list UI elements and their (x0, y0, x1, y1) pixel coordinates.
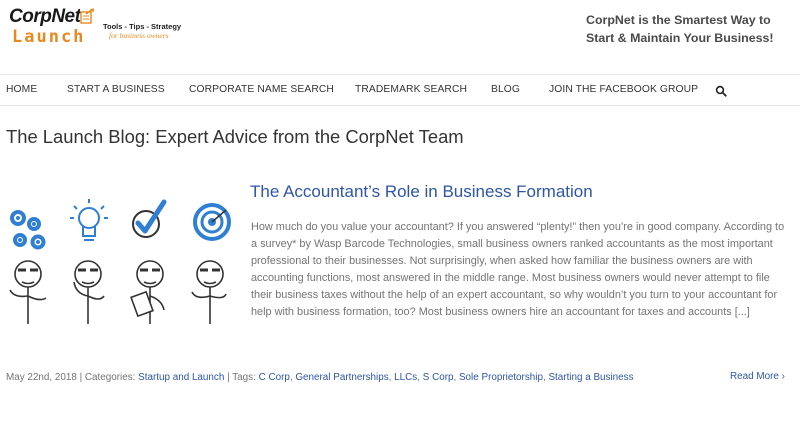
tag-link-c-corp[interactable]: C Corp (259, 372, 290, 383)
tag-link-starting-a-business[interactable]: Starting a Business (548, 372, 633, 383)
site-logo[interactable]: CorpNet Launch (9, 6, 99, 48)
header-slogan: CorpNet is the Smartest Way to Start & M… (586, 13, 774, 45)
search-icon[interactable] (715, 85, 727, 97)
post-featured-image[interactable] (4, 196, 240, 326)
tagline-main: Tools - Tips - Strategy (103, 22, 182, 31)
tags-label: Tags: (232, 372, 259, 383)
nav-item-start-a-business[interactable]: START A BUSINESS (67, 84, 165, 95)
categories-label: Categories: (84, 372, 139, 383)
post-meta: May 22nd, 2018 | Categories: Startup and… (6, 371, 646, 386)
nav-item-home[interactable]: HOME (6, 84, 37, 95)
tag-link-general-partnerships[interactable]: General Partnerships (295, 372, 388, 383)
nav-item-trademark-search[interactable]: TRADEMARK SEARCH (355, 84, 467, 95)
nav-item-corporate-name-search[interactable]: CORPORATE NAME SEARCH (189, 84, 334, 95)
lightbulb-icon (70, 199, 108, 241)
category-link-startup-and-launch[interactable]: Startup and Launch (138, 372, 224, 383)
tag-link-s-corp[interactable]: S Corp (423, 372, 454, 383)
post-date: May 22nd, 2018 (6, 372, 77, 383)
post-title-link[interactable]: The Accountant’s Role in Business Format… (250, 182, 593, 202)
page-title: The Launch Blog: Expert Advice from the … (6, 126, 464, 147)
main-navigation: HOME START A BUSINESS CORPORATE NAME SEA… (0, 74, 800, 106)
checkmark-icon (132, 199, 167, 238)
tag-link-llcs[interactable]: LLCs (394, 372, 417, 383)
site-header: CorpNet Launch Tools - Tips - Strategy f… (0, 0, 800, 74)
site-tagline: Tools - Tips - Strategy for business own… (103, 22, 213, 40)
logo-word-bottom: Launch (12, 27, 86, 47)
read-more-link[interactable]: Read More › (730, 371, 785, 382)
nav-item-join-facebook-group[interactable]: JOIN THE FACEBOOK GROUP (549, 84, 698, 95)
logo-word-top: CorpNet (9, 6, 81, 27)
tag-link-sole-proprietorship[interactable]: Sole Proprietorship (459, 372, 543, 383)
logo-document-icon (80, 8, 94, 24)
post-excerpt: How much do you value your accountant? I… (251, 221, 785, 318)
meta-separator: | (76, 372, 85, 383)
nav-item-blog[interactable]: BLOG (491, 84, 520, 95)
tagline-sub: for business owners (109, 31, 169, 40)
target-icon (193, 203, 231, 241)
